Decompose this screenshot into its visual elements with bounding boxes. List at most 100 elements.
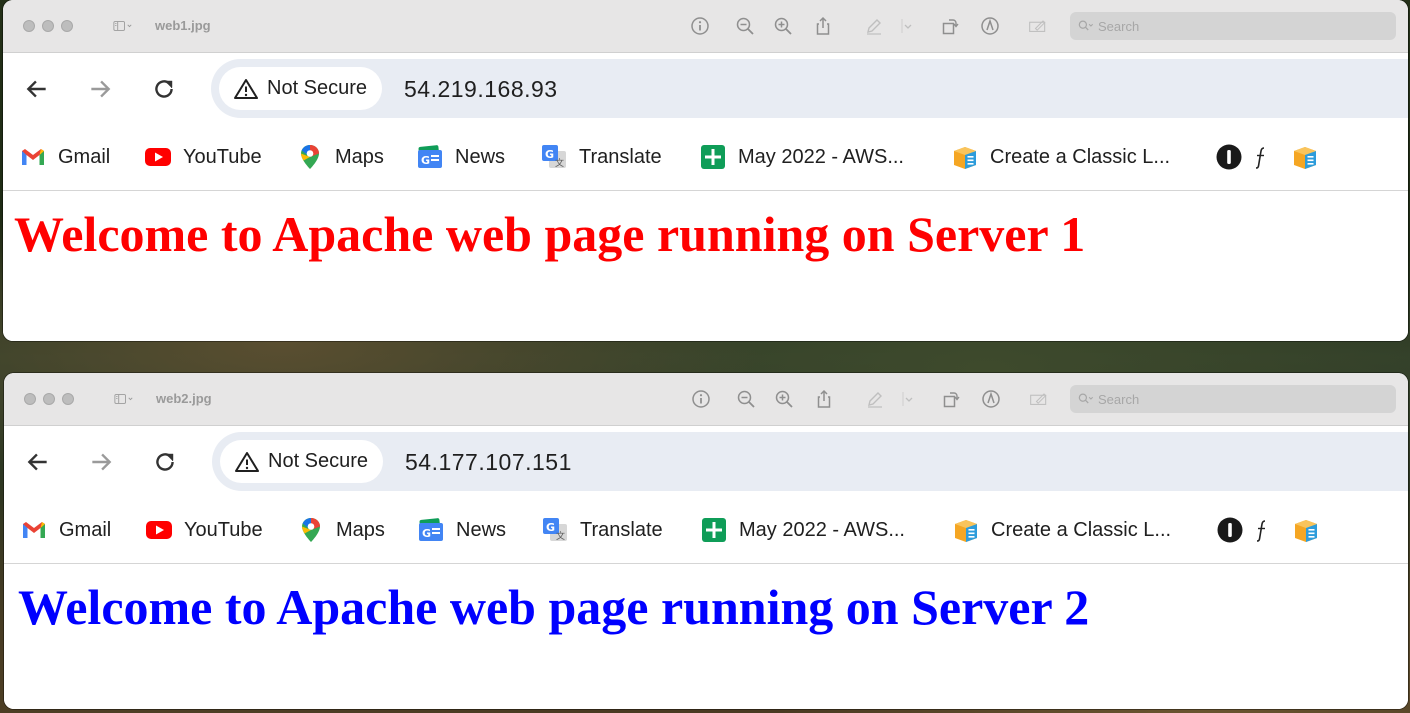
- search-icon: [1078, 20, 1094, 31]
- markup-menu-button[interactable]: [900, 386, 916, 412]
- sidebar-toggle-button[interactable]: [103, 13, 143, 39]
- zoom-in-icon: [774, 17, 792, 35]
- bookmark-may-2022-aws[interactable]: May 2022 - AWS...: [700, 516, 905, 544]
- document-title: web2.jpg: [156, 391, 212, 406]
- bookmark-youtube[interactable]: YouTube: [144, 143, 262, 171]
- bookmark-gmail[interactable]: Gmail: [20, 516, 111, 544]
- arrow-left-icon: [26, 80, 46, 98]
- sheets-icon: [699, 143, 727, 171]
- translate-icon: G文: [541, 516, 569, 544]
- back-button[interactable]: [23, 75, 51, 103]
- bookmark-formula[interactable]: [1255, 516, 1280, 544]
- annotate-button[interactable]: [978, 386, 1004, 412]
- address-bar[interactable]: Not Secure 54.219.168.93: [211, 59, 1408, 118]
- markup-circle-icon: [981, 17, 999, 35]
- zoom-in-button[interactable]: [770, 13, 796, 39]
- zoom-in-button[interactable]: [771, 386, 797, 412]
- traffic-lights: [23, 20, 73, 32]
- security-label: Not Secure: [267, 77, 368, 99]
- edit-form-button[interactable]: [1025, 13, 1051, 39]
- share-button[interactable]: [811, 386, 837, 412]
- url-text[interactable]: 54.177.107.151: [405, 449, 572, 476]
- bookmark-news[interactable]: G News: [417, 516, 506, 544]
- forward-button[interactable]: [86, 75, 114, 103]
- bookmark-label: Translate: [579, 145, 662, 168]
- bookmark-create-classic[interactable]: Create a Classic L...: [951, 143, 1170, 171]
- bookmark-translate[interactable]: G文 Translate: [541, 516, 663, 544]
- reload-button[interactable]: [151, 448, 179, 476]
- minimize-window-button[interactable]: [42, 20, 54, 32]
- bookmark-label: Create a Classic L...: [990, 145, 1171, 168]
- bookmark-label: YouTube: [183, 145, 262, 168]
- bookmark-create-classic[interactable]: Create a Classic L...: [952, 516, 1171, 544]
- bookmark-label: Maps: [336, 518, 385, 541]
- maps-pin-icon: [297, 516, 325, 544]
- bookmark-maps[interactable]: Maps: [297, 516, 385, 544]
- browser-toolbar: Not Secure 54.177.107.151: [4, 426, 1408, 496]
- rotate-icon: [943, 392, 960, 408]
- markup-button[interactable]: [861, 13, 887, 39]
- svg-text:G: G: [421, 154, 430, 167]
- address-bar[interactable]: Not Secure 54.177.107.151: [212, 432, 1408, 491]
- chevron-down-icon: [902, 392, 913, 406]
- box-book-icon: [1292, 516, 1320, 544]
- 1password-icon: [1216, 516, 1244, 544]
- bookmark-may-2022-aws[interactable]: May 2022 - AWS...: [699, 143, 904, 171]
- traffic-lights: [24, 393, 74, 405]
- bookmark-youtube[interactable]: YouTube: [145, 516, 263, 544]
- toolbar-search-field[interactable]: Search: [1070, 12, 1396, 40]
- rotate-button[interactable]: [938, 386, 964, 412]
- zoom-out-icon: [736, 17, 754, 35]
- rotate-button[interactable]: [937, 13, 963, 39]
- info-button[interactable]: [688, 386, 714, 412]
- youtube-icon: [144, 143, 172, 171]
- preview-window-2: web2.jpg Search Not Secure 54.177.107.15…: [4, 373, 1408, 709]
- share-button[interactable]: [810, 13, 836, 39]
- warning-icon: [234, 78, 258, 99]
- bookmark-1password[interactable]: [1216, 516, 1255, 544]
- arrow-left-icon: [27, 453, 47, 471]
- search-placeholder: Search: [1098, 18, 1140, 34]
- info-button[interactable]: [687, 13, 713, 39]
- zoom-window-button[interactable]: [62, 393, 74, 405]
- bookmark-box-book[interactable]: [1291, 143, 1330, 171]
- markup-button[interactable]: [862, 386, 888, 412]
- site-security-chip[interactable]: Not Secure: [219, 67, 383, 110]
- security-label: Not Secure: [268, 450, 369, 472]
- bookmark-formula[interactable]: [1254, 143, 1279, 171]
- bookmark-gmail[interactable]: Gmail: [19, 143, 110, 171]
- bookmark-translate[interactable]: G文 Translate: [540, 143, 662, 171]
- zoom-window-button[interactable]: [61, 20, 73, 32]
- bookmark-maps[interactable]: Maps: [296, 143, 384, 171]
- bookmark-news[interactable]: G News: [416, 143, 505, 171]
- bookmark-box-book[interactable]: [1292, 516, 1331, 544]
- maps-pin-icon: [296, 143, 324, 171]
- pen-icon: [868, 392, 882, 408]
- minimize-window-button[interactable]: [43, 393, 55, 405]
- markup-menu-button[interactable]: [899, 13, 915, 39]
- box-book-icon: [951, 143, 979, 171]
- preview-window-1: web1.jpg Search Not Secure 54.219.168.93…: [3, 0, 1408, 341]
- zoom-out-icon: [737, 390, 755, 408]
- translate-icon: G文: [540, 143, 568, 171]
- url-text[interactable]: 54.219.168.93: [404, 76, 558, 103]
- close-window-button[interactable]: [23, 20, 35, 32]
- form-fill-icon: [1029, 20, 1046, 32]
- preview-titlebar: web2.jpg Search: [4, 373, 1408, 426]
- edit-form-button[interactable]: [1026, 386, 1052, 412]
- annotate-button[interactable]: [977, 13, 1003, 39]
- sidebar-toggle-button[interactable]: [104, 386, 144, 412]
- reload-button[interactable]: [150, 75, 178, 103]
- toolbar-search-field[interactable]: Search: [1070, 385, 1396, 413]
- bookmark-1password[interactable]: [1215, 143, 1254, 171]
- forward-button[interactable]: [87, 448, 115, 476]
- sidebar-icon: [113, 21, 132, 31]
- zoom-out-button[interactable]: [732, 13, 758, 39]
- bookmark-label: News: [456, 518, 507, 541]
- site-security-chip[interactable]: Not Secure: [220, 440, 384, 483]
- zoom-out-button[interactable]: [733, 386, 759, 412]
- bookmark-label: News: [455, 145, 506, 168]
- close-window-button[interactable]: [24, 393, 36, 405]
- back-button[interactable]: [24, 448, 52, 476]
- info-icon: [691, 17, 709, 35]
